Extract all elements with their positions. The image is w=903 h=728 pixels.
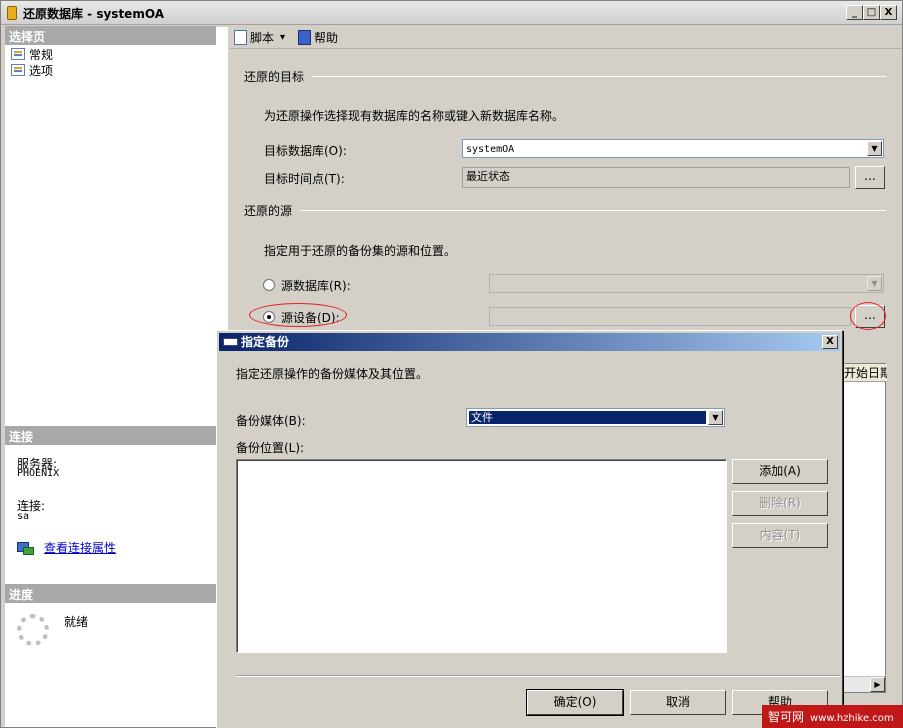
source-database-radio[interactable]: [263, 279, 275, 291]
backup-media-value: 文件: [469, 411, 706, 424]
dialog-title: 指定备份: [241, 335, 290, 349]
source-database-combo: ▼: [489, 274, 884, 293]
help-label: 帮助: [314, 30, 339, 45]
dialog-window-icon: [223, 338, 238, 346]
source-device-field: [489, 307, 851, 326]
help-icon: [298, 29, 311, 45]
script-label: 脚本: [250, 30, 275, 45]
progress-header: 进度: [5, 584, 216, 603]
page-item-label: 选项: [29, 63, 54, 78]
backup-location-list[interactable]: [236, 459, 727, 653]
database-icon: [7, 6, 17, 20]
window-title: 还原数据库 - systemOA: [23, 7, 164, 21]
group-divider: [312, 76, 886, 77]
source-device-radio[interactable]: [263, 311, 275, 323]
target-time-browse-button[interactable]: ...: [855, 166, 885, 189]
target-time-label: 目标时间点(T):: [264, 172, 345, 186]
dialog-separator: [236, 675, 840, 677]
dialog-titlebar[interactable]: 指定备份: [219, 333, 840, 351]
restore-database-window: 还原数据库 - systemOA _ □ X 选择页 常规 选项 连接 服务器:…: [0, 0, 903, 728]
source-description: 指定用于还原的备份集的源和位置。: [264, 244, 457, 258]
restore-source-group-title: 还原的源: [244, 204, 293, 218]
connection-header: 连接: [5, 426, 216, 445]
close-button[interactable]: X: [880, 5, 897, 20]
specify-backup-dialog: 指定备份 X 指定还原操作的备份媒体及其位置。 备份媒体(B): 文件 ▼ 备份…: [216, 330, 843, 728]
toolbar: 脚本 ▾ 帮助: [230, 25, 902, 49]
view-connection-properties-link[interactable]: 查看连接属性: [44, 539, 116, 556]
backup-sets-grid: 开始日期 ▶: [841, 363, 887, 693]
backup-location-label: 备份位置(L):: [236, 441, 305, 455]
page-item-label: 常规: [29, 47, 54, 62]
dialog-description: 指定还原操作的备份媒体及其位置。: [236, 367, 429, 381]
target-database-value: systemOA: [466, 144, 515, 155]
target-time-field: 最近状态: [462, 167, 850, 188]
add-button[interactable]: 添加(A): [732, 459, 828, 484]
window-titlebar[interactable]: 还原数据库 - systemOA _ □ X: [1, 1, 902, 25]
remove-button[interactable]: 删除(R): [732, 491, 828, 516]
connection-properties-icon: [17, 540, 34, 555]
select-page-header: 选择页: [5, 26, 216, 45]
watermark-brand: 智可网: [768, 710, 805, 724]
minimize-button[interactable]: _: [846, 5, 863, 20]
cancel-button[interactable]: 取消: [630, 690, 726, 715]
connection-value: sa: [17, 511, 30, 522]
dropdown-arrow-icon[interactable]: ▼: [708, 410, 723, 425]
source-device-label: 源设备(D):: [281, 311, 340, 325]
source-database-label: 源数据库(R):: [281, 279, 351, 293]
progress-status: 就绪: [64, 615, 89, 629]
ok-button[interactable]: 确定(O): [526, 689, 624, 716]
dialog-close-button[interactable]: X: [822, 335, 838, 349]
backup-media-combo[interactable]: 文件 ▼: [466, 408, 725, 427]
page-icon: [11, 48, 25, 60]
start-date-column-header[interactable]: 开始日期: [842, 364, 887, 382]
watermark-url: www.hzhike.com: [810, 713, 894, 724]
target-database-combo[interactable]: systemOA ▼: [462, 139, 884, 158]
restore-target-group-title: 还原的目标: [244, 70, 305, 84]
script-button[interactable]: 脚本 ▾: [234, 28, 285, 46]
dropdown-arrow-icon: ▼: [867, 276, 882, 291]
backup-media-label: 备份媒体(B):: [236, 414, 306, 428]
target-description: 为还原操作选择现有数据库的名称或键入新数据库名称。: [264, 109, 565, 123]
dropdown-arrow-icon[interactable]: ▼: [867, 141, 882, 156]
contents-button[interactable]: 内容(T): [732, 523, 828, 548]
script-icon: [234, 29, 247, 45]
server-value: PHOENIX: [17, 468, 60, 479]
watermark: 智可网 www.hzhike.com: [762, 705, 903, 728]
horizontal-scrollbar[interactable]: ▶: [842, 676, 885, 692]
dropdown-arrow-icon: ▾: [280, 31, 286, 43]
page-item-general[interactable]: 常规: [11, 46, 53, 62]
page-item-options[interactable]: 选项: [11, 62, 53, 78]
scroll-right-icon[interactable]: ▶: [870, 677, 885, 692]
group-divider: [300, 210, 886, 211]
page-icon: [11, 64, 25, 76]
target-database-label: 目标数据库(O):: [264, 144, 347, 158]
progress-spinner-icon: [17, 614, 49, 646]
help-button[interactable]: 帮助: [298, 28, 338, 46]
maximize-button[interactable]: □: [863, 5, 880, 20]
source-device-browse-button[interactable]: ...: [855, 305, 885, 328]
